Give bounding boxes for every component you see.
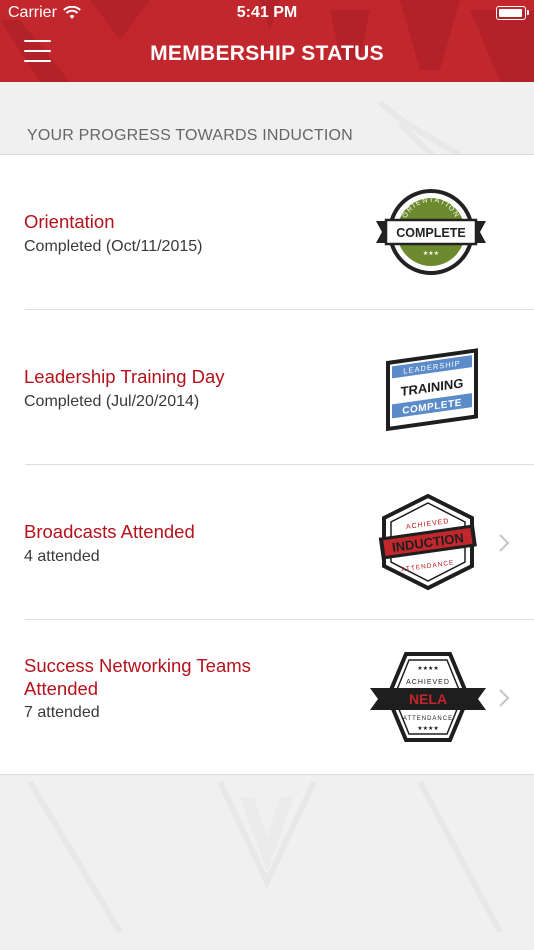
item-title: Orientation: [24, 211, 115, 232]
list-item-success-networking[interactable]: Success Networking Teams Attended 7 atte…: [0, 620, 534, 776]
battery-level: [499, 9, 522, 17]
orientation-complete-badge-icon: ORIENTATION COMPLETE ★★★: [376, 189, 486, 275]
nela-attendance-badge-icon: ★★★★ ACHIEVED NELA ATTENDANCE ★★★★: [370, 652, 486, 742]
badge-main-text: COMPLETE: [396, 226, 465, 240]
status-bar: Carrier 5:41 PM: [0, 0, 534, 28]
list-item-broadcasts[interactable]: Broadcasts Attended 4 attended ACHIEVED …: [0, 465, 534, 620]
item-subtitle: 7 attended: [24, 704, 100, 721]
badge-main-text: NELA: [409, 691, 447, 707]
badge-bottom-text: ATTENDANCE: [403, 716, 453, 722]
clock: 5:41 PM: [236, 4, 298, 21]
section-header: YOUR PROGRESS TOWARDS INDUCTION: [27, 127, 353, 144]
screen: Carrier 5:41 PM MEMBERSHIP STATUS YOUR P…: [0, 0, 534, 950]
page-title: MEMBERSHIP STATUS: [150, 42, 384, 65]
nav-bar: Carrier 5:41 PM MEMBERSHIP STATUS: [0, 0, 534, 82]
item-subtitle: Completed (Oct/11/2015): [24, 238, 203, 255]
list-item-orientation[interactable]: Orientation Completed (Oct/11/2015) ORIE…: [0, 155, 534, 310]
badge-stars: ★★★: [423, 250, 439, 257]
induction-attendance-badge-icon: ACHIEVED INDUCTION ATTENDANCE: [378, 493, 477, 591]
progress-list: Orientation Completed (Oct/11/2015) ORIE…: [0, 154, 534, 775]
chevron-right-icon[interactable]: [498, 534, 510, 552]
item-subtitle: Completed (Jul/20/2014): [24, 393, 200, 410]
item-title: Broadcasts Attended: [24, 521, 195, 542]
battery-icon: [496, 6, 529, 20]
badge-stars-bottom: ★★★★: [417, 725, 439, 732]
training-complete-badge-icon: LEADERSHIP TRAINING COMPLETE: [386, 348, 478, 432]
badge-stars-top: ★★★★: [417, 665, 439, 672]
badge-top-text: ACHIEVED: [406, 679, 450, 686]
item-subtitle: 4 attended: [24, 548, 100, 565]
item-title: Success Networking Teams Attended: [24, 655, 251, 699]
chevron-right-icon[interactable]: [498, 689, 510, 707]
list-item-leadership-training[interactable]: Leadership Training Day Completed (Jul/2…: [0, 310, 534, 465]
item-title: Leadership Training Day: [24, 366, 225, 387]
